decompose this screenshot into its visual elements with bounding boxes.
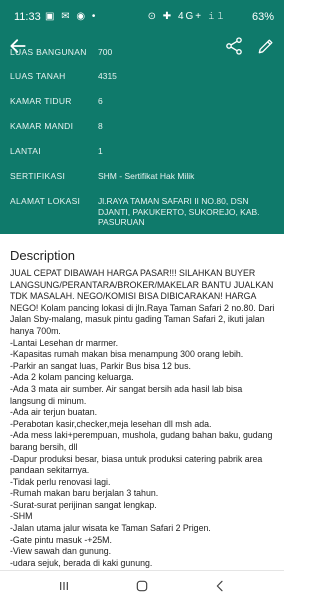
detail-label: KAMAR TIDUR [10, 96, 72, 106]
property-details: LUAS BANGUNAN 700 LUAS TANAH 4315 KAMAR … [0, 47, 284, 234]
detail-value: 4315 [98, 71, 117, 81]
status-time: 11:33 [14, 11, 41, 23]
detail-label: SERTIFIKASI [10, 171, 66, 181]
nav-back-icon[interactable] [212, 578, 228, 594]
detail-value: 8 [98, 121, 103, 131]
description-body: JUAL CEPAT DIBAWAH HARGA PASAR!!! SILAHK… [10, 268, 275, 568]
detail-value: 6 [98, 96, 103, 106]
battery-level: 63% [251, 11, 274, 23]
home-icon[interactable] [134, 578, 150, 594]
detail-label: ALAMAT LOKASI [10, 196, 81, 206]
recents-icon[interactable] [56, 578, 72, 594]
detail-label: LUAS BANGUNAN [10, 47, 87, 57]
system-nav-bar [0, 570, 284, 601]
detail-value: 700 [98, 47, 113, 57]
detail-label: KAMAR MANDI [10, 121, 74, 131]
detail-label: LUAS TANAH [10, 71, 66, 81]
detail-value: Jl.RAYA TAMAN SAFARI II NO.80, DSN DJANT… [98, 196, 260, 228]
detail-value: 1 [98, 146, 103, 156]
description-title: Description [10, 248, 76, 263]
app-bar [0, 28, 284, 64]
detail-label: LANTAI [10, 146, 41, 156]
detail-value: SHM - Sertifikat Hak Milik [98, 171, 195, 181]
signal-icons: ⊙ ✚ 4G+ 𝚒𝚕 [147, 11, 226, 22]
notification-icons: ▣ ✉ ◉ • [45, 11, 98, 22]
